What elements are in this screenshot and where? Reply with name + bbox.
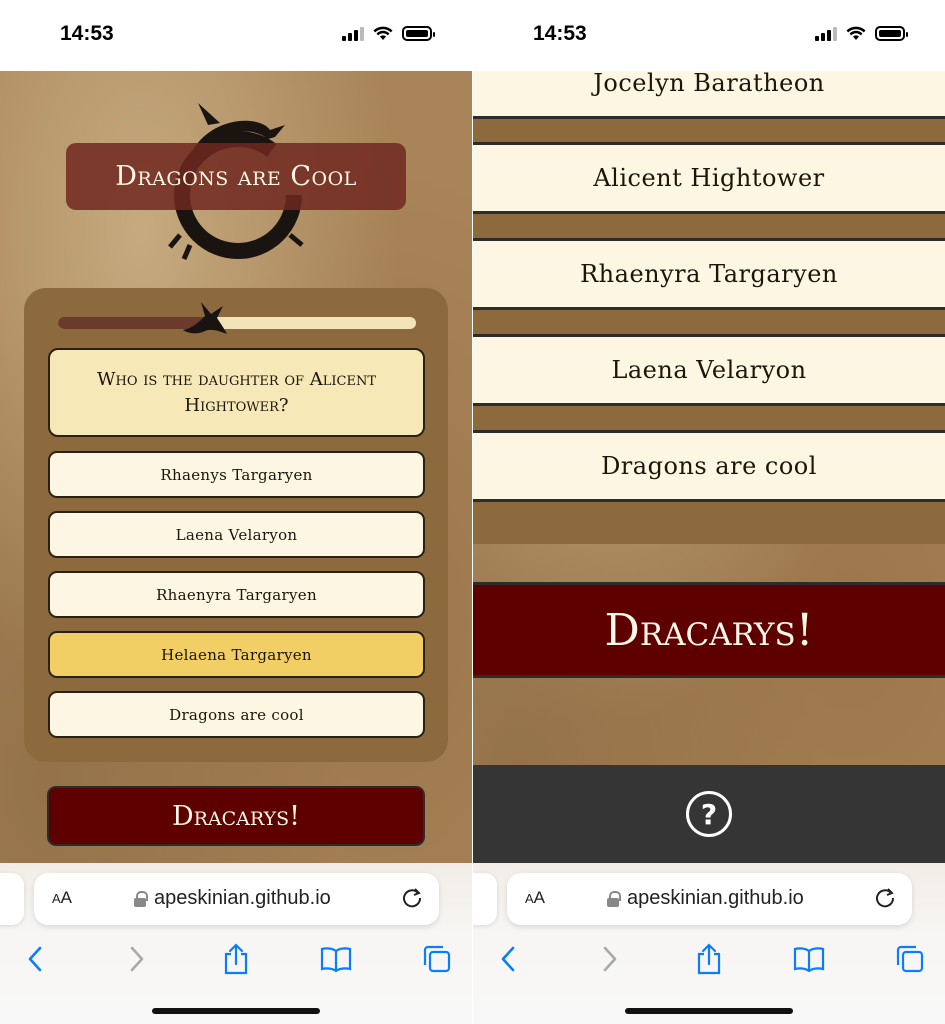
home-indicator [152,1008,320,1014]
phone-screen-right: 14:53 Jocelyn Baratheon Alicent Hightowe… [473,0,945,1024]
answer-label: Rhaenyra Targaryen [580,260,838,288]
address-bar[interactable]: AA apeskinian.github.io [34,873,439,925]
answer-label: Alicent Hightower [593,164,825,192]
quiz-page-scrolled: Jocelyn Baratheon Alicent Hightower Rhae… [473,71,945,863]
answer-option[interactable]: Helaena Targaryen [48,631,425,678]
share-button[interactable] [691,941,727,977]
answer-option[interactable]: Rhaenys Targaryen [48,451,425,498]
answer-option[interactable]: Rhaenyra Targaryen [473,238,945,310]
page-title: Dragons are Cool [115,161,357,192]
url-display[interactable]: apeskinian.github.io [134,887,331,910]
tabs-button[interactable] [419,941,455,977]
answer-label: Laena Velaryon [611,356,807,384]
dragon-progress-icon [183,302,228,334]
safari-bottom-bar: AA apeskinian.github.io [0,863,472,1024]
chevron-right-icon [603,946,617,972]
bookmarks-button[interactable] [791,941,827,977]
answer-label: Dragons are cool [601,452,817,480]
previous-tab-preview[interactable] [473,873,497,925]
reader-settings-button[interactable]: AA [525,888,545,908]
tabs-button[interactable] [892,941,928,977]
submit-label: Dracarys! [171,800,301,832]
page-footer: ? [473,765,945,863]
answer-option[interactable]: Laena Velaryon [48,511,425,558]
title-banner: Dragons are Cool [66,143,406,210]
answer-label: Laena Velaryon [175,525,298,544]
answer-label: Rhaenys Targaryen [160,465,313,484]
quiz-page: Dragons are Cool Who is the daughter of … [0,71,472,863]
quiz-panel: Who is the daughter of Alicent Hightower… [24,288,448,762]
cellular-signal-icon [342,26,364,41]
chevron-right-icon [130,946,144,972]
book-icon [320,947,352,972]
progress-bar [58,302,416,334]
status-bar: 14:53 [0,0,472,71]
reader-settings-button[interactable]: AA [52,888,72,908]
back-button[interactable] [17,941,53,977]
wifi-icon [373,26,393,40]
answer-label: Helaena Targaryen [161,645,312,664]
dracarys-submit-button[interactable]: Dracarys! [47,786,425,846]
chevron-left-icon [501,946,515,972]
chevron-left-icon [28,946,42,972]
book-icon [793,947,825,972]
url-text: apeskinian.github.io [627,887,804,909]
wifi-icon [846,26,866,40]
cellular-signal-icon [815,26,837,41]
lock-icon [607,890,621,907]
share-button[interactable] [218,941,254,977]
phone-screen-left: 14:53 Dragons are Cool Who is the daught… [0,0,472,1024]
answer-option[interactable]: Dragons are cool [48,691,425,738]
status-icons [342,26,435,41]
previous-tab-preview[interactable] [0,873,24,925]
status-icons [815,26,908,41]
url-display[interactable]: apeskinian.github.io [607,887,804,910]
battery-icon [875,26,908,41]
share-icon [697,943,721,975]
status-bar: 14:53 [473,0,945,71]
help-circle-icon[interactable]: ? [686,791,732,837]
answer-option[interactable]: Laena Velaryon [473,334,945,406]
answer-option[interactable]: Jocelyn Baratheon [473,71,945,119]
share-icon [224,943,248,975]
forward-button[interactable] [119,941,155,977]
address-bar[interactable]: AA apeskinian.github.io [507,873,912,925]
status-time: 14:53 [60,22,114,45]
browser-toolbar [0,941,472,981]
url-text: apeskinian.github.io [154,887,331,909]
answers-panel: Jocelyn Baratheon Alicent Hightower Rhae… [473,71,945,544]
answer-label: Rhaenyra Targaryen [156,585,317,604]
back-button[interactable] [490,941,526,977]
tabs-icon [896,945,924,973]
bookmarks-button[interactable] [318,941,354,977]
home-indicator [625,1008,793,1014]
lock-icon [134,890,148,907]
answer-option[interactable]: Rhaenyra Targaryen [48,571,425,618]
reload-icon[interactable] [874,887,896,909]
tabs-icon [423,945,451,973]
battery-icon [402,26,435,41]
answer-label: Dragons are cool [169,705,304,724]
answer-label: Jocelyn Baratheon [593,71,825,97]
browser-toolbar [473,941,945,981]
answer-option[interactable]: Alicent Hightower [473,142,945,214]
reload-icon[interactable] [401,887,423,909]
dracarys-submit-button[interactable]: Dracarys! [473,582,945,678]
status-time: 14:53 [533,22,587,45]
safari-bottom-bar: AA apeskinian.github.io [473,863,945,1024]
answer-option[interactable]: Dragons are cool [473,430,945,502]
question-text: Who is the daughter of Alicent Hightower… [96,368,376,416]
forward-button[interactable] [592,941,628,977]
question-card: Who is the daughter of Alicent Hightower… [48,348,425,437]
submit-label: Dracarys! [604,604,814,656]
